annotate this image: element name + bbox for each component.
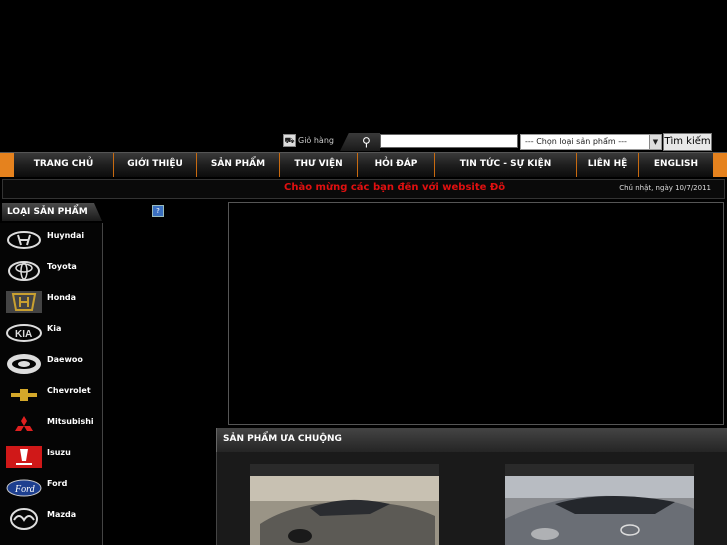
product-card[interactable] <box>505 464 694 545</box>
svg-text:Ford: Ford <box>14 484 36 495</box>
brand-label: Huyndai <box>47 231 85 240</box>
brand-label: Honda <box>47 293 77 302</box>
nav-item-faq[interactable]: HỎI ĐÁP <box>358 153 435 177</box>
brand-item-isuzu[interactable]: Isuzu <box>0 442 102 472</box>
sidebar-title: LOẠI SẢN PHẨM <box>2 203 102 221</box>
search-button[interactable]: Tìm kiếm <box>663 133 712 151</box>
cart-link[interactable]: ⛟ Giỏ hàng <box>283 134 334 147</box>
cart-label: Giỏ hàng <box>298 136 334 145</box>
nav-item-news[interactable]: TIN TỨC - SỰ KIỆN <box>435 153 577 177</box>
nav-item-home[interactable]: TRANG CHỦ <box>14 153 114 177</box>
nav-right-accent <box>713 153 727 177</box>
favorites-title: SẢN PHẨM ƯA CHUỘNG <box>216 428 727 452</box>
brand-item-mazda[interactable]: Mazda <box>0 504 102 534</box>
nav-item-library[interactable]: THƯ VIỆN <box>280 153 358 177</box>
honda-logo-icon <box>6 291 42 313</box>
brand-item-hyundai[interactable]: Huyndai <box>0 225 102 255</box>
brand-item-honda[interactable]: Honda <box>0 287 102 317</box>
welcome-marquee: Chào mừng các bạn đến với website Đỗ C <box>284 182 507 193</box>
product-card-header <box>250 464 439 476</box>
brand-item-toyota[interactable]: Toyota <box>0 256 102 286</box>
nav-item-products[interactable]: SẢN PHẨM <box>197 153 280 177</box>
banner-area <box>228 202 724 425</box>
mazda-logo-icon <box>6 508 42 530</box>
category-select[interactable]: --- Chọn loại sản phẩm --- ▼ <box>520 134 662 150</box>
brand-list: Huyndai Toyota Honda KIA Kia Daewoo Chev… <box>0 223 103 545</box>
cart-icon: ⛟ <box>283 134 296 147</box>
daewoo-logo-icon <box>6 353 42 375</box>
mitsubishi-logo-icon <box>6 415 42 437</box>
brand-label: Daewoo <box>47 355 83 364</box>
search-input[interactable] <box>380 134 518 148</box>
kia-logo-icon: KIA <box>6 322 42 344</box>
help-icon[interactable]: ? <box>152 205 164 217</box>
nav-item-contact[interactable]: LIÊN HỆ <box>577 153 639 177</box>
brand-label: Isuzu <box>47 448 71 457</box>
brand-item-chevrolet[interactable]: Chevrolet <box>0 380 102 410</box>
brand-label: Chevrolet <box>47 386 91 395</box>
brand-item-ford[interactable]: Ford Ford <box>0 473 102 503</box>
product-card-header <box>505 464 694 476</box>
brand-label: Toyota <box>47 262 77 271</box>
brand-label: Kia <box>47 324 62 333</box>
isuzu-logo-icon <box>6 446 42 468</box>
product-image <box>250 476 439 545</box>
current-date: Chủ nhật, ngày 10/7/2011 <box>619 184 711 192</box>
nav-left-accent <box>0 153 14 177</box>
brand-label: Mazda <box>47 510 77 519</box>
product-card[interactable] <box>250 464 439 545</box>
brand-item-mitsubishi[interactable]: Mitsubishi <box>0 411 102 441</box>
nav-item-english[interactable]: ENGLISH <box>639 153 713 177</box>
hyundai-logo-icon <box>6 229 42 251</box>
brand-label: Mitsubishi <box>47 417 94 426</box>
ford-logo-icon: Ford <box>6 477 42 499</box>
category-select-value: --- Chọn loại sản phẩm --- <box>525 137 627 146</box>
search-icon: ⚲ <box>362 135 371 149</box>
main-nav: TRANG CHỦ GIỚI THIỆU SẢN PHẨM THƯ VIỆN H… <box>0 152 727 177</box>
brand-label: Ford <box>47 479 68 488</box>
product-image <box>505 476 694 545</box>
search-tab: ⚲ <box>340 133 380 151</box>
brand-item-kia[interactable]: KIA Kia <box>0 318 102 348</box>
brand-item-daewoo[interactable]: Daewoo <box>0 349 102 379</box>
chevron-down-icon: ▼ <box>649 135 661 149</box>
svg-text:KIA: KIA <box>15 329 32 340</box>
chevrolet-logo-icon <box>6 384 42 406</box>
toyota-logo-icon <box>6 260 42 282</box>
nav-item-about[interactable]: GIỚI THIỆU <box>114 153 197 177</box>
